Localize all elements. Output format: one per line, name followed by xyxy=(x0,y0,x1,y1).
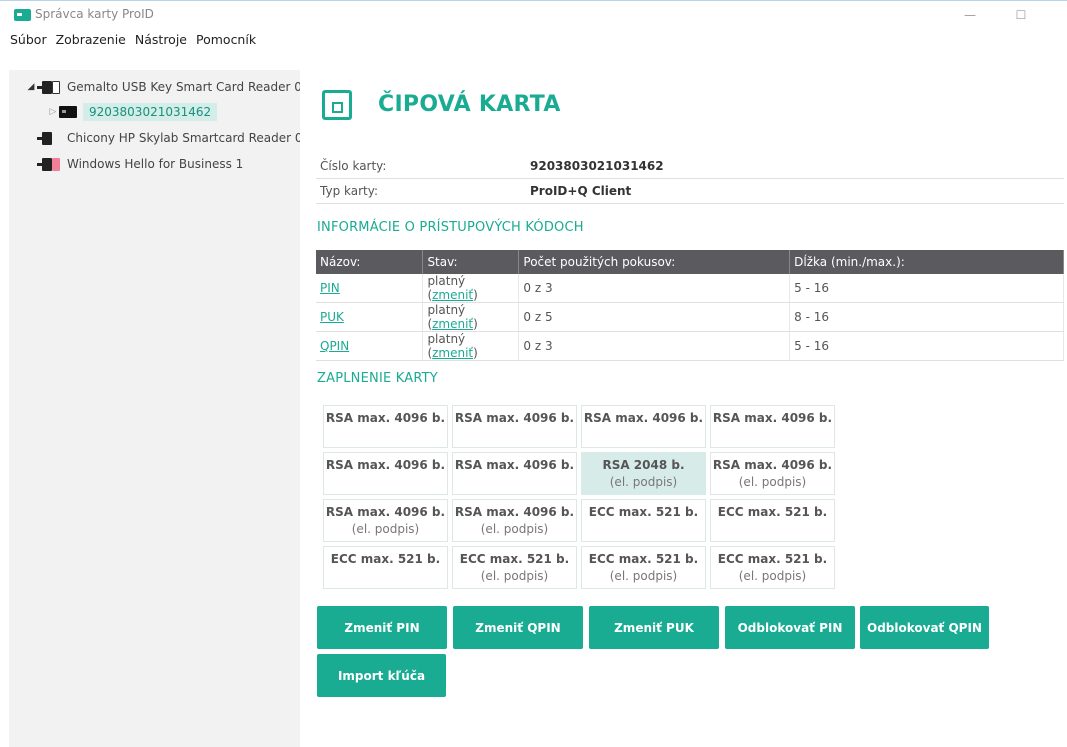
key-slot: RSA max. 4096 b. xyxy=(323,405,448,448)
length-cell: 5 - 16 xyxy=(789,274,1064,303)
collapsed-arrow-icon[interactable]: ▷ xyxy=(47,107,59,117)
key-slot: RSA max. 4096 b. (el. podpis) xyxy=(710,452,835,495)
card-type-row: Typ karty: ProID+Q Client xyxy=(316,179,1064,204)
usb-reader-icon xyxy=(37,80,61,94)
key-slot: RSA max. 4096 b. xyxy=(452,405,577,448)
access-codes-table: Názov: Stav: Počet použitých pokusov: Dĺ… xyxy=(316,250,1064,361)
column-header-length: Dĺžka (min./max.): xyxy=(789,250,1064,274)
key-slot-grid: RSA max. 4096 b. RSA max. 4096 b. RSA ma… xyxy=(323,405,843,589)
title-bar: Správca karty ProID — ☐ xyxy=(0,0,1067,28)
key-slot: RSA max. 4096 b. xyxy=(323,452,448,495)
key-slot: RSA max. 4096 b. (el. podpis) xyxy=(452,499,577,542)
change-puk-link[interactable]: zmeniť xyxy=(432,317,473,331)
status-text: platný xyxy=(427,303,466,317)
key-slot: ECC max. 521 b. (el. podpis) xyxy=(710,546,835,589)
key-slot: ECC max. 521 b. (el. podpis) xyxy=(452,546,577,589)
key-slot: ECC max. 521 b. xyxy=(710,499,835,542)
card-number-value: 9203803021031462 xyxy=(530,159,664,173)
change-puk-button[interactable]: Zmeniť PUK xyxy=(589,606,719,649)
table-header-row: Názov: Stav: Počet použitých pokusov: Dĺ… xyxy=(316,250,1064,274)
key-slot: RSA max. 4096 b. xyxy=(581,405,706,448)
card-detail-panel: ČIPOVÁ KARTA Číslo karty: 92038030210314… xyxy=(300,70,1067,747)
import-key-button[interactable]: Import kľúča xyxy=(317,654,446,697)
puk-link[interactable]: PUK xyxy=(320,310,344,324)
page-title: ČIPOVÁ KARTA xyxy=(378,92,561,117)
menu-view[interactable]: Zobrazenie xyxy=(56,32,126,47)
key-slot: RSA max. 4096 b. (el. podpis) xyxy=(323,499,448,542)
maximize-button[interactable]: ☐ xyxy=(1006,5,1036,25)
change-qpin-link[interactable]: zmeniť xyxy=(432,346,473,360)
table-row: PIN platný (zmeniť) 0 z 3 5 - 16 xyxy=(316,274,1064,303)
status-text: platný xyxy=(427,274,466,288)
card-capacity-heading: ZAPLNENIE KARTY xyxy=(317,371,438,386)
tree-item-label: Windows Hello for Business 1 xyxy=(67,157,244,171)
table-row: QPIN platný (zmeniť) 0 z 3 5 - 16 xyxy=(316,331,1064,361)
qpin-link[interactable]: QPIN xyxy=(320,339,349,353)
change-pin-link[interactable]: zmeniť xyxy=(432,288,473,302)
attempts-cell: 0 z 5 xyxy=(518,302,791,332)
menu-file[interactable]: Súbor xyxy=(10,32,47,47)
reader-icon xyxy=(37,131,61,145)
card-number-row: Číslo karty: 9203803021031462 xyxy=(316,154,1064,179)
tree-item-gemalto-reader[interactable]: ◢ Gemalto USB Key Smart Card Reader 0 xyxy=(25,76,302,98)
length-cell: 5 - 16 xyxy=(789,331,1064,361)
access-codes-heading: INFORMÁCIE O PRÍSTUPOVÝCH KÓDOCH xyxy=(317,220,584,235)
key-slot: ECC max. 521 b. xyxy=(581,499,706,542)
smartcard-icon xyxy=(59,106,77,118)
attempts-cell: 0 z 3 xyxy=(518,274,791,303)
unblock-qpin-button[interactable]: Odblokovať QPIN xyxy=(860,606,989,649)
attempts-cell: 0 z 3 xyxy=(518,331,791,361)
key-slot: ECC max. 521 b. (el. podpis) xyxy=(581,546,706,589)
pin-link[interactable]: PIN xyxy=(320,281,340,295)
column-header-status: Stav: xyxy=(422,250,520,274)
card-type-value: ProID+Q Client xyxy=(530,184,632,198)
menu-bar: Súbor Zobrazenie Nástroje Pomocník xyxy=(0,28,1067,50)
menu-tools[interactable]: Nástroje xyxy=(135,32,187,47)
card-number-label: Číslo karty: xyxy=(320,159,387,173)
tree-item-chicony-reader[interactable]: Chicony HP Skylab Smartcard Reader 0 xyxy=(37,127,303,149)
reader-tree: ◢ Gemalto USB Key Smart Card Reader 0 ▷ … xyxy=(9,70,303,747)
tree-item-smartcard[interactable]: ▷ 9203803021031462 xyxy=(47,101,218,123)
length-cell: 8 - 16 xyxy=(789,302,1064,332)
tree-item-label: 9203803021031462 xyxy=(83,103,218,121)
window-title: Správca karty ProID xyxy=(35,7,154,21)
tree-item-label: Gemalto USB Key Smart Card Reader 0 xyxy=(67,80,302,94)
change-qpin-button[interactable]: Zmeniť QPIN xyxy=(453,606,583,649)
table-row: PUK platný (zmeniť) 0 z 5 8 - 16 xyxy=(316,302,1064,332)
column-header-name: Názov: xyxy=(316,250,424,274)
menu-help[interactable]: Pomocník xyxy=(196,32,256,47)
status-text: platný xyxy=(427,332,466,346)
hello-reader-icon xyxy=(37,157,61,171)
smartcard-chip-icon xyxy=(322,90,352,120)
key-slot: RSA max. 4096 b. xyxy=(452,452,577,495)
column-header-attempts: Počet použitých pokusov: xyxy=(518,250,791,274)
tree-item-windows-hello[interactable]: Windows Hello for Business 1 xyxy=(37,153,243,175)
minimize-button[interactable]: — xyxy=(955,5,985,25)
expanded-arrow-icon[interactable]: ◢ xyxy=(25,82,37,92)
change-pin-button[interactable]: Zmeniť PIN xyxy=(317,606,447,649)
tree-item-label: Chicony HP Skylab Smartcard Reader 0 xyxy=(67,131,303,145)
key-slot: RSA max. 4096 b. xyxy=(710,405,835,448)
app-icon xyxy=(14,9,31,21)
unblock-pin-button[interactable]: Odblokovať PIN xyxy=(725,606,855,649)
card-type-label: Typ karty: xyxy=(320,184,378,198)
key-slot: ECC max. 521 b. xyxy=(323,546,448,589)
key-slot-occupied: RSA 2048 b. (el. podpis) xyxy=(581,452,706,495)
